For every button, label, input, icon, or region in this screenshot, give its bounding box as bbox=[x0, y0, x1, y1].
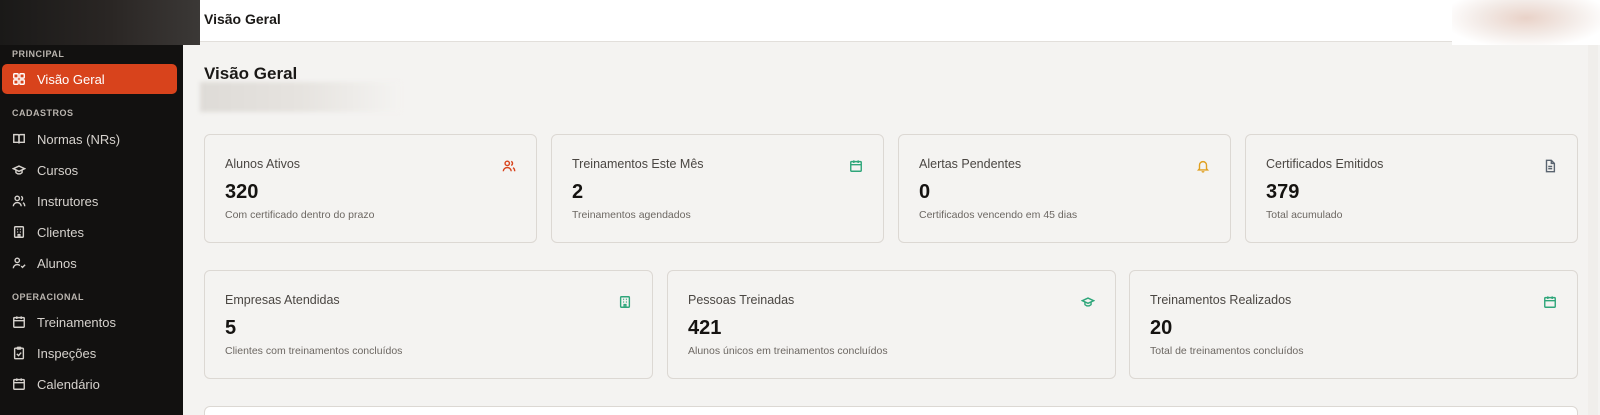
header-title: Visão Geral bbox=[204, 11, 281, 27]
sidebar-item-label: Calendário bbox=[37, 376, 100, 392]
stat-card-treinamentos-realizados[interactable]: Treinamentos Realizados 20 Total de trei… bbox=[1129, 270, 1578, 379]
stat-card-treinamentos-mes[interactable]: Treinamentos Este Mês 2 Treinamentos age… bbox=[551, 134, 884, 243]
stat-label: Empresas Atendidas bbox=[225, 293, 340, 307]
section-label-principal: PRINCIPAL bbox=[12, 49, 65, 59]
sidebar-item-label: Normas (NRs) bbox=[37, 131, 121, 147]
sidebar-item-clientes[interactable]: Clientes bbox=[2, 217, 177, 247]
calendar-icon bbox=[1543, 295, 1557, 309]
users-icon bbox=[502, 159, 516, 173]
logo bbox=[0, 0, 200, 45]
stat-value: 0 bbox=[919, 181, 931, 203]
book-icon bbox=[12, 132, 26, 146]
user-avatar[interactable] bbox=[1452, 0, 1600, 45]
clipboard-check-icon bbox=[12, 346, 26, 360]
sidebar-item-label: Treinamentos bbox=[37, 314, 116, 330]
content-panel bbox=[204, 406, 1578, 415]
graduation-cap-icon bbox=[1080, 295, 1096, 309]
stat-card-certificados[interactable]: Certificados Emitidos 379 Total acumulad… bbox=[1245, 134, 1578, 243]
sidebar-item-treinamentos[interactable]: Treinamentos bbox=[2, 307, 177, 337]
stat-label: Treinamentos Realizados bbox=[1150, 293, 1292, 307]
stat-value: 2 bbox=[572, 181, 584, 203]
page-title: Visão Geral bbox=[204, 64, 298, 83]
sidebar-item-normas[interactable]: Normas (NRs) bbox=[2, 124, 177, 154]
sidebar-item-label: Instrutores bbox=[37, 193, 99, 209]
stat-label: Treinamentos Este Mês bbox=[572, 157, 704, 171]
users-icon bbox=[12, 194, 26, 208]
scrollbar[interactable] bbox=[1588, 45, 1598, 415]
building-icon bbox=[618, 295, 632, 309]
sidebar-item-instrutores[interactable]: Instrutores bbox=[2, 186, 177, 216]
stat-value: 5 bbox=[225, 317, 237, 339]
header-bar: Visão Geral bbox=[200, 0, 1452, 42]
stat-description: Total de treinamentos concluídos bbox=[1150, 345, 1304, 357]
graduation-cap-icon bbox=[12, 163, 26, 177]
sidebar-item-label: Alunos bbox=[37, 255, 77, 271]
stat-description: Total acumulado bbox=[1266, 209, 1343, 221]
sidebar-item-inspecoes[interactable]: Inspeções bbox=[2, 338, 177, 368]
sidebar-item-label: Visão Geral bbox=[37, 71, 105, 87]
stat-description: Alunos únicos em treinamentos concluídos bbox=[688, 345, 888, 357]
file-icon bbox=[1543, 159, 1557, 173]
stat-card-pessoas[interactable]: Pessoas Treinadas 421 Alunos únicos em t… bbox=[667, 270, 1116, 379]
building-icon bbox=[12, 225, 26, 239]
stat-label: Certificados Emitidos bbox=[1266, 157, 1384, 171]
section-label-cadastros: CADASTROS bbox=[12, 108, 74, 118]
calendar-icon bbox=[12, 315, 26, 329]
sidebar-item-label: Cursos bbox=[37, 162, 79, 178]
stat-value: 20 bbox=[1150, 317, 1173, 339]
stat-card-empresas[interactable]: Empresas Atendidas 5 Clientes com treina… bbox=[204, 270, 653, 379]
stat-label: Pessoas Treinadas bbox=[688, 293, 795, 307]
stat-card-alertas[interactable]: Alertas Pendentes 0 Certificados vencend… bbox=[898, 134, 1231, 243]
stat-value: 379 bbox=[1266, 181, 1300, 203]
sidebar-item-label: Inspeções bbox=[37, 345, 97, 361]
bell-icon bbox=[1196, 159, 1210, 173]
stat-description: Clientes com treinamentos concluídos bbox=[225, 345, 403, 357]
user-check-icon bbox=[12, 256, 26, 270]
sidebar-item-calendario[interactable]: Calendário bbox=[2, 369, 177, 399]
sidebar-item-label: Clientes bbox=[37, 224, 84, 240]
stat-label: Alertas Pendentes bbox=[919, 157, 1022, 171]
calendar-icon bbox=[849, 159, 863, 173]
stat-value: 320 bbox=[225, 181, 259, 203]
stat-description: Com certificado dentro do prazo bbox=[225, 209, 375, 221]
dashboard-icon bbox=[12, 72, 26, 86]
stat-value: 421 bbox=[688, 317, 722, 339]
sidebar: PRINCIPAL Visão Geral CADASTROS Normas (… bbox=[0, 0, 200, 415]
sidebar-item-cursos[interactable]: Cursos bbox=[2, 155, 177, 185]
stat-label: Alunos Ativos bbox=[225, 157, 301, 171]
stat-card-alunos-ativos[interactable]: Alunos Ativos 320 Com certificado dentro… bbox=[204, 134, 537, 243]
stat-description: Treinamentos agendados bbox=[572, 209, 691, 221]
sidebar-item-alunos[interactable]: Alunos bbox=[2, 248, 177, 278]
section-label-operacional: OPERACIONAL bbox=[12, 292, 85, 302]
page-subtitle bbox=[200, 82, 400, 112]
sidebar-item-visao-geral[interactable]: Visão Geral bbox=[2, 64, 177, 94]
calendar-icon bbox=[12, 377, 26, 391]
stat-description: Certificados vencendo em 45 dias bbox=[919, 209, 1078, 221]
